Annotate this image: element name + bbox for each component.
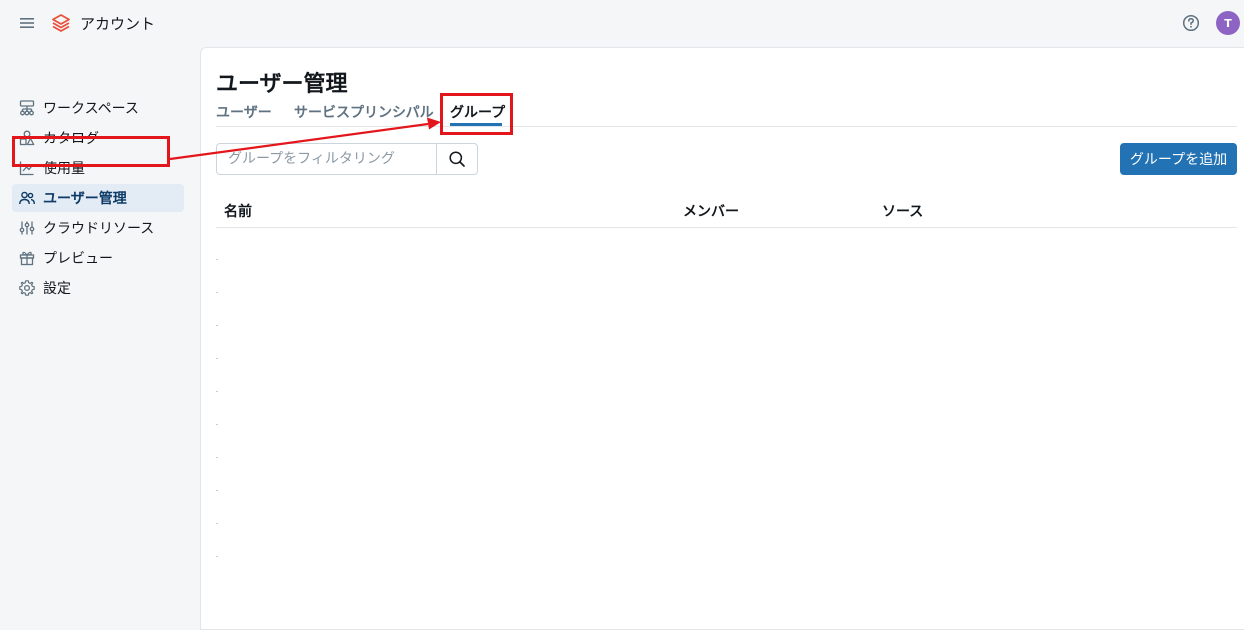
sidebar-item-preview[interactable]: プレビュー (12, 244, 184, 272)
loading-row-placeholder (216, 556, 218, 557)
search-button[interactable] (436, 144, 477, 174)
cloud-resources-icon (19, 221, 35, 235)
usage-chart-icon (19, 161, 34, 176)
user-avatar[interactable]: T (1216, 11, 1240, 35)
page-title: ユーザー管理 (216, 72, 348, 97)
loading-row-placeholder (216, 259, 218, 260)
main-panel (200, 47, 1244, 630)
loading-row-placeholder (216, 424, 218, 425)
column-header-members[interactable]: メンバー (683, 201, 739, 221)
loading-row-placeholder (216, 523, 218, 524)
tab-users[interactable]: ユーザー (216, 102, 272, 122)
workspace-icon (19, 100, 35, 116)
loading-row-placeholder (216, 457, 218, 458)
sidebar-item-settings[interactable]: 設定 (12, 274, 184, 302)
databricks-logo-icon[interactable] (50, 12, 72, 34)
loading-row-placeholder (216, 391, 218, 392)
catalog-icon (19, 130, 35, 146)
top-bar: アカウント T (0, 0, 1244, 46)
active-tab-indicator (450, 123, 502, 126)
column-header-name[interactable]: 名前 (224, 201, 252, 221)
loading-row-placeholder (216, 358, 218, 359)
help-icon[interactable] (1181, 13, 1201, 33)
loading-row-placeholder (216, 292, 218, 293)
tab-bar: ユーザー サービスプリンシパル グループ (216, 96, 1237, 127)
sidebar-item-label: ユーザー管理 (43, 191, 127, 207)
sidebar-item-label: クラウドリソース (43, 221, 155, 237)
loading-row-placeholder (216, 325, 218, 326)
sidebar-item-label: 使用量 (43, 161, 85, 177)
sidebar-item-label: ワークスペース (43, 101, 139, 117)
search-input[interactable] (217, 144, 437, 174)
gear-icon (19, 280, 35, 296)
sidebar-item-cloud-resources[interactable]: クラウドリソース (12, 214, 184, 242)
gift-icon (19, 251, 35, 266)
users-icon (19, 191, 35, 205)
search-icon (449, 151, 465, 167)
sidebar-item-label: プレビュー (43, 251, 113, 267)
column-header-source[interactable]: ソース (882, 201, 923, 221)
sidebar-item-label: カタログ (43, 131, 99, 147)
app-title: アカウント (80, 15, 156, 33)
sidebar-item-user-management[interactable]: ユーザー管理 (12, 184, 184, 212)
sidebar-item-label: 設定 (43, 281, 71, 297)
tab-groups[interactable]: グループ (450, 102, 505, 122)
sidebar-item-catalog[interactable]: カタログ (12, 124, 184, 152)
tab-service-principals[interactable]: サービスプリンシパル (294, 102, 434, 122)
group-filter-search (216, 143, 478, 175)
loading-row-placeholder (216, 490, 218, 491)
add-group-button[interactable]: グループを追加 (1120, 143, 1237, 175)
hamburger-menu-icon[interactable] (17, 13, 37, 33)
table-header: 名前 メンバー ソース (216, 195, 1237, 228)
sidebar-item-workspaces[interactable]: ワークスペース (12, 94, 184, 122)
sidebar-item-usage[interactable]: 使用量 (12, 154, 184, 182)
